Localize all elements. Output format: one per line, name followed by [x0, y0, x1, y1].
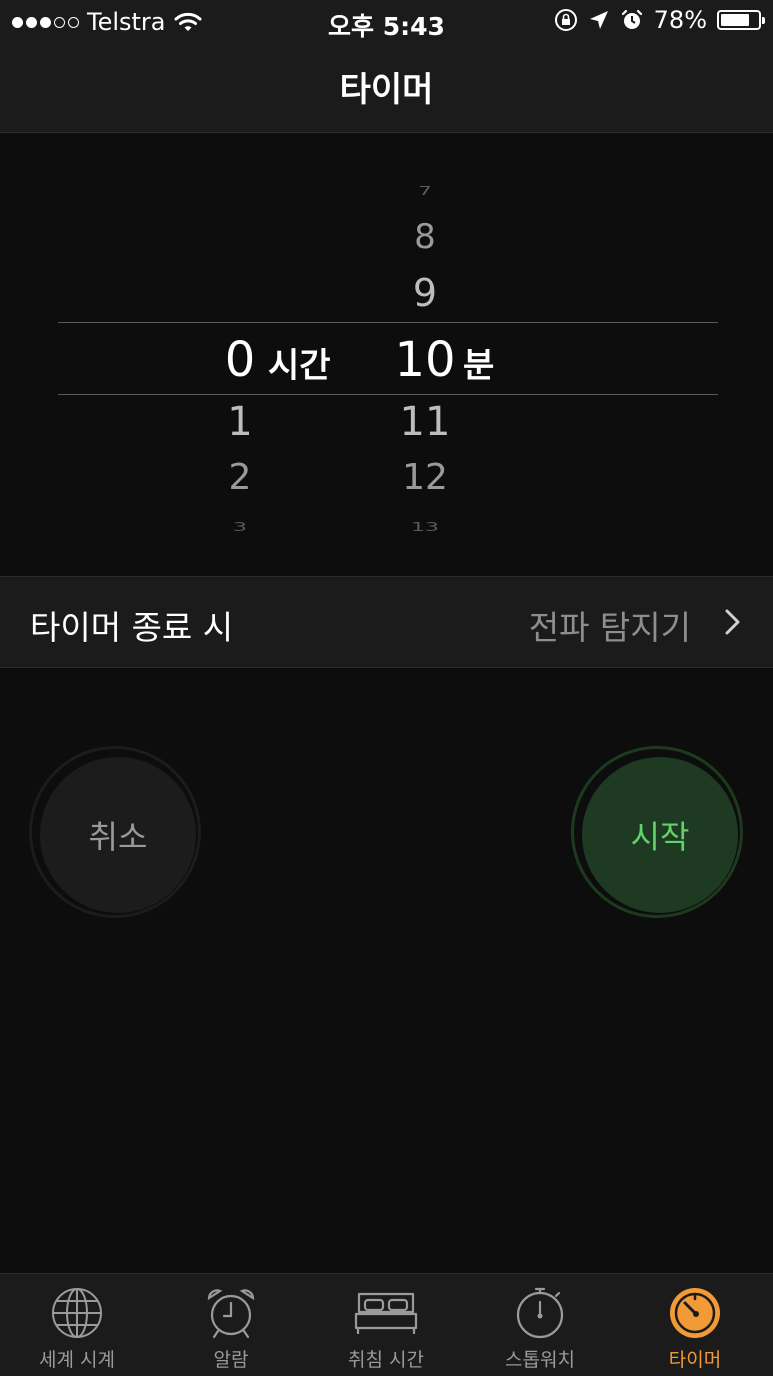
hours-below-1[interactable]: 1 — [180, 399, 300, 445]
top-bar: Telstra 오후 5:43 78% 타이머 — [0, 0, 773, 133]
tab-alarm[interactable]: 알람 — [154, 1274, 308, 1376]
tab-label-alarm: 알람 — [213, 1349, 249, 1371]
tab-world-clock[interactable]: 세계 시계 — [0, 1274, 154, 1376]
page-title: 타이머 — [339, 70, 434, 110]
bed-icon — [354, 1292, 418, 1334]
battery-icon — [717, 10, 765, 30]
stopwatch-icon — [516, 1287, 564, 1339]
cancel-button[interactable]: 취소 — [29, 746, 201, 918]
hours-unit-label: 시간 — [268, 346, 331, 386]
start-button[interactable]: 시작 — [571, 746, 743, 918]
alarm-clock-icon — [207, 1289, 255, 1339]
tab-label-stopwatch: 스톱워치 — [505, 1349, 575, 1371]
chevron-right-icon — [725, 609, 740, 635]
start-button-label: 시작 — [582, 757, 738, 913]
tab-bedtime[interactable]: 취침 시간 — [309, 1274, 463, 1376]
tab-bar: 세계 시계 알람 취침 시간 스톱워치 타이머 — [0, 1273, 773, 1376]
hours-below-3[interactable]: 3 — [180, 521, 300, 535]
when-timer-ends-label: 타이머 종료 시 — [30, 608, 234, 647]
alarm-status-icon — [621, 9, 642, 29]
tab-timer[interactable]: 타이머 — [618, 1274, 772, 1376]
ringtone-value: 전파 탐지기 — [528, 608, 691, 647]
minutes-below-2[interactable]: 12 — [365, 457, 485, 498]
minutes-unit-label: 분 — [463, 346, 495, 386]
minutes-above-2[interactable]: 8 — [365, 217, 485, 257]
timer-icon — [670, 1288, 720, 1338]
minutes-below-1[interactable]: 11 — [365, 399, 485, 445]
tab-label-timer: 타이머 — [668, 1349, 722, 1371]
timer-picker[interactable]: 3 2 1 0 시간 7 8 9 10 11 12 13 분 — [0, 133, 773, 576]
minutes-above-1[interactable]: 9 — [365, 271, 485, 315]
rotation-lock-icon — [554, 9, 577, 31]
location-arrow-icon — [589, 11, 608, 29]
tab-stopwatch[interactable]: 스톱워치 — [463, 1274, 617, 1376]
battery-percent: 78% — [653, 6, 707, 34]
cancel-button-label: 취소 — [40, 757, 196, 913]
tab-label-bedtime: 취침 시간 — [348, 1349, 424, 1371]
globe-icon — [52, 1288, 102, 1338]
minutes-below-3[interactable]: 13 — [365, 521, 485, 535]
hours-below-2[interactable]: 2 — [180, 457, 300, 498]
status-bar: Telstra 오후 5:43 78% — [0, 0, 773, 42]
when-timer-ends-row[interactable]: 타이머 종료 시 전파 탐지기 — [0, 576, 773, 668]
tab-label-world-clock: 세계 시계 — [39, 1349, 115, 1371]
minutes-above-3[interactable]: 7 — [365, 185, 485, 199]
